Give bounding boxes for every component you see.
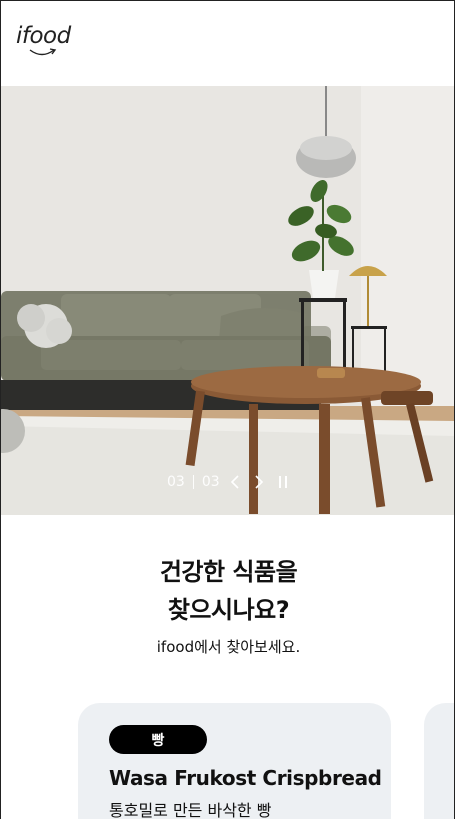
slide-separator — [192, 475, 194, 489]
next-product-card[interactable] — [424, 703, 454, 819]
slider-controls: 03 03 — [167, 472, 292, 492]
product-description: 통호밀로 만든 바삭한 빵 — [109, 801, 272, 819]
product-title: Wasa Frukost Crispbread — [109, 766, 382, 790]
logo-smile-icon — [29, 48, 57, 56]
product-card[interactable]: 빵 Wasa Frukost Crispbread 통호밀로 만든 바삭한 빵 — [78, 703, 391, 819]
header: ifood — [1, 1, 454, 86]
ifood-logo[interactable]: ifood — [16, 23, 76, 63]
category-badge[interactable]: 빵 — [109, 725, 207, 754]
headline-line-2: 찾으시나요? — [167, 596, 290, 624]
logo-text: ifood — [16, 23, 71, 49]
page-headline: 건강한 식품을 찾으시나요? — [1, 553, 454, 629]
pause-icon[interactable] — [274, 472, 292, 492]
headline-line-1: 건강한 식품을 — [159, 558, 298, 586]
page-subline: ifood에서 찾아보세요. — [156, 638, 301, 656]
hero-slider — [1, 86, 454, 515]
page-frame: ifood 03 03 건강한 식품을 찾으시나요? ifood에서 찾아보세요… — [0, 0, 455, 819]
slide-current: 03 — [167, 474, 185, 490]
chevron-left-icon[interactable] — [226, 472, 244, 492]
chevron-right-icon[interactable] — [250, 472, 268, 492]
hero-image — [1, 86, 454, 515]
slide-total: 03 — [201, 474, 220, 490]
